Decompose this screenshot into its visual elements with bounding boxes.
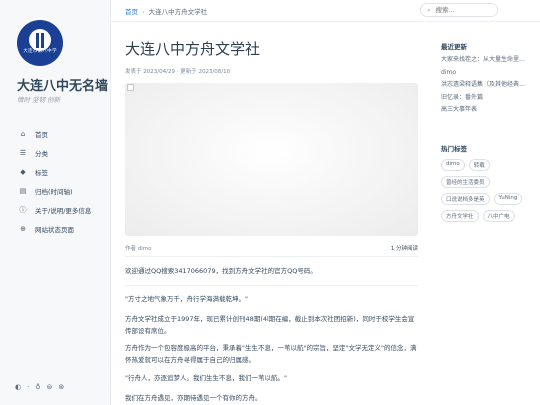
- tags-heading: 热门标签: [441, 145, 467, 153]
- sidebar-item[interactable]: ☰ 分类: [17, 143, 107, 162]
- sidebar-item-label: 关于/说明/更多信息: [35, 206, 92, 215]
- sidebar-item[interactable]: ⊕ 网站状态页面: [17, 219, 107, 238]
- tag-chip[interactable]: YuNing: [493, 193, 523, 205]
- tag-chip[interactable]: 口说说档多是英: [441, 193, 490, 205]
- author-divider: [125, 256, 418, 257]
- tag-chip[interactable]: dimo: [441, 159, 465, 171]
- sidebar: 大连市第八中学 大连八中无名墙 情时 坚韧 创新 ⌂ 首页 ☰ 分类 ◆ 标签 ▤ 归档(时间…: [0, 0, 111, 405]
- sidebar-footer: ◐ · ♁ ⊜ ⊛: [15, 383, 64, 391]
- sidebar-item-label: 分类: [35, 149, 48, 158]
- tag-chip[interactable]: 曾经的生活委员: [441, 176, 490, 188]
- author-row: 作者 dimo 1 分钟阅读: [125, 244, 418, 252]
- tag-chip[interactable]: 八中广电: [482, 210, 515, 222]
- footer-icon[interactable]: ⊛: [58, 383, 64, 391]
- sidebar-item[interactable]: ▤ 归档(时间轴): [17, 181, 107, 200]
- post-paragraph: "行舟人，亦逐追梦人。我们生生不息，我们一苇以航。": [125, 374, 287, 382]
- post-cover-image: [125, 83, 418, 236]
- post-paragraph: 方舟文学社成立于1997年，现已累计创刊48期(4l期在编，截止到本次社团招新)…: [125, 315, 415, 335]
- info-icon: ⓘ: [19, 205, 27, 214]
- search-box[interactable]: ⌕: [420, 3, 498, 17]
- home-icon: ⌂: [20, 129, 26, 138]
- tag-cloud: dimo 转载曾经的生活委员 口说说档多是英 YuNing 方舟文学社 八中广电: [441, 159, 536, 222]
- footer-icon[interactable]: ⊜: [46, 383, 52, 391]
- recent-post-link[interactable]: 旧忆录：番外篇: [441, 92, 533, 105]
- footer-icon[interactable]: ♁: [35, 383, 40, 391]
- logo-bar-right: [41, 33, 44, 48]
- post-paragraph: "方寸之地气象万千，舟行学海满载乾坤。": [125, 295, 248, 303]
- recent-post-link[interactable]: 洪志遗梁释语集（及其他经典…: [441, 79, 533, 92]
- breadcrumb-home[interactable]: 首页: [125, 8, 138, 16]
- sidebar-item-label: 归档(时间轴): [35, 187, 73, 196]
- recent-post-link[interactable]: 大家来找茬之：从大量生命里…: [441, 54, 533, 67]
- tag-chip[interactable]: 转载: [468, 159, 490, 171]
- recent-post-link[interactable]: dimo: [441, 67, 533, 80]
- search-icon: ⌕: [427, 5, 431, 14]
- footer-icon[interactable]: ◐: [15, 383, 21, 391]
- sidebar-item[interactable]: ⌂ 首页: [17, 124, 107, 143]
- breadcrumb-separator: ›: [142, 8, 145, 16]
- header-divider: [111, 21, 540, 22]
- broken-image-icon: [127, 84, 134, 91]
- read-time: 1 分钟阅读: [390, 246, 418, 252]
- school-logo[interactable]: 大连市第八中学: [17, 20, 63, 66]
- post-meta: 发表于 2023/04/29 · 更新于 2023/08/10: [125, 69, 231, 75]
- sidebar-nav: ⌂ 首页 ☰ 分类 ◆ 标签 ▤ 归档(时间轴) ⓘ 关于/说明/更多信息 ⊕ 网站状态页面: [17, 124, 107, 238]
- intro-divider: [125, 285, 418, 286]
- logo-text: 大连市第八中学: [23, 49, 57, 54]
- post-author[interactable]: 作者 dimo: [125, 246, 152, 252]
- sidebar-item-label: 网站状态页面: [35, 225, 74, 234]
- sidebar-item[interactable]: ⓘ 关于/说明/更多信息: [17, 200, 107, 219]
- sidebar-item-label: 首页: [35, 130, 48, 139]
- search-input[interactable]: [433, 5, 496, 15]
- tag-icon: ◆: [20, 167, 26, 176]
- post-paragraph: 方舟作为一个包容度极高的平台，秉承着"生生不息，一苇以航"的宗旨，坚定"文学无定…: [125, 344, 417, 364]
- site-title[interactable]: 大连八中无名墙: [17, 75, 108, 94]
- sidebar-item[interactable]: ◆ 标签: [17, 162, 107, 181]
- archive-icon: ▤: [19, 186, 27, 195]
- recent-post-link[interactable]: 高三大事年表: [441, 104, 533, 117]
- list-icon: ☰: [19, 148, 27, 157]
- logo-bar-left: [36, 33, 39, 48]
- breadcrumb: 首页 › 大连八中方舟文学社: [125, 6, 207, 16]
- recent-list: 大家来找茬之：从大量生命里… dimo 洪志遗梁释语集（及其他经典… 旧忆录：番外篇高…: [441, 54, 533, 117]
- tag-chip[interactable]: 方舟文学社: [441, 210, 479, 222]
- post-paragraph: 欢迎通过QQ搜索3417066079，找到方舟文学社的官方QQ号码。: [125, 267, 317, 275]
- post-title: 大连八中方舟文学社: [125, 40, 261, 58]
- footer-icon[interactable]: ·: [27, 383, 29, 391]
- globe-icon: ⊕: [20, 224, 26, 233]
- post-paragraph: 我们在方舟遇见，亦期待遇见一个有你的方舟。: [125, 394, 262, 402]
- sidebar-item-label: 标签: [35, 168, 48, 177]
- breadcrumb-current: 大连八中方舟文学社: [148, 8, 208, 16]
- site-subtitle: 情时 坚韧 创新: [17, 96, 61, 104]
- recent-heading: 最近更新: [441, 43, 467, 51]
